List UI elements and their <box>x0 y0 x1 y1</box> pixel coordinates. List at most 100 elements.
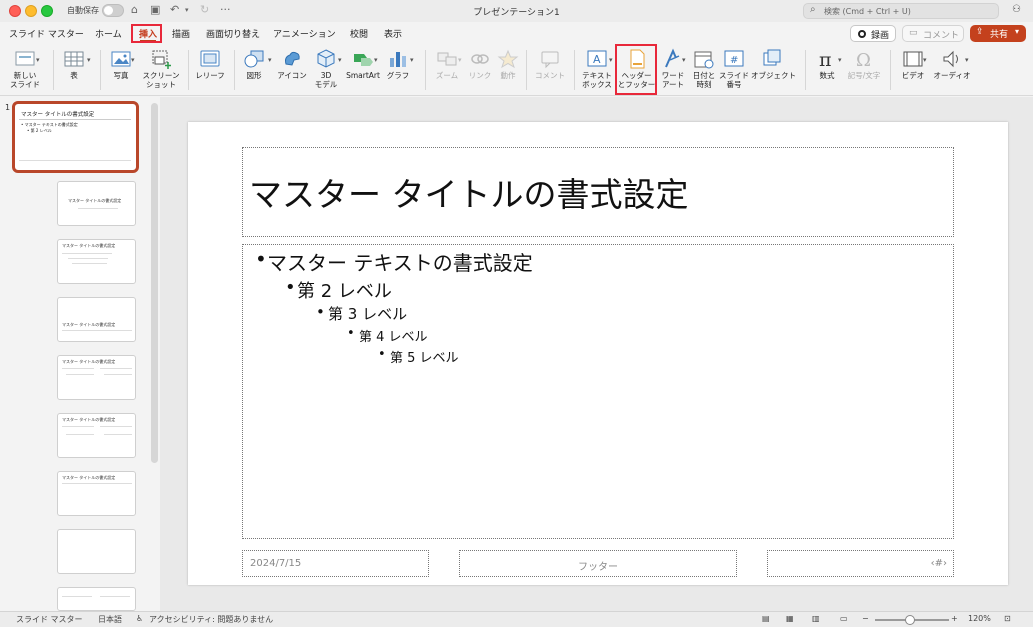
tab-review[interactable]: 校閲 <box>350 27 368 40</box>
zoom-level[interactable]: 120% <box>968 614 991 623</box>
layout-thumbnail[interactable] <box>57 529 136 574</box>
photo-button[interactable]: 写真 <box>106 48 136 80</box>
slide-number-placeholder[interactable]: ‹#› <box>767 550 954 577</box>
bullet-level-2: 第 2 レベル <box>285 277 392 303</box>
zoom-label: ズーム <box>435 71 459 80</box>
normal-view-icon[interactable]: ▤ <box>762 614 770 623</box>
slideshow-icon[interactable]: ▭ <box>840 614 848 623</box>
3d-dropdown-icon[interactable]: ▾ <box>338 56 342 64</box>
wordart-button[interactable]: ワード アート <box>659 48 687 89</box>
footer-date: 2024/7/15 <box>250 558 302 569</box>
smartart-dropdown-icon[interactable]: ▾ <box>374 56 378 64</box>
zoom-out-icon[interactable]: − <box>862 614 869 623</box>
wordart-dropdown-icon[interactable]: ▾ <box>682 56 686 64</box>
shapes-icon <box>244 50 264 68</box>
status-accessibility[interactable]: アクセシビリティ: 問題ありません <box>149 614 273 625</box>
shapes-button[interactable]: 図形 <box>240 48 268 80</box>
layout-thumbnail[interactable]: マスター タイトルの書式設定 <box>57 181 136 226</box>
share-button[interactable]: ⇪ 共有 ▾ <box>970 25 1026 42</box>
smartart-button[interactable]: SmartArt <box>345 48 381 80</box>
ribbon-separator <box>805 50 806 90</box>
people-icon[interactable]: ⚇ <box>1012 4 1021 15</box>
new-slide-button[interactable]: 新しい スライド <box>7 48 43 89</box>
layout-thumbnail-title: マスター タイトルの書式設定 <box>68 198 122 203</box>
icons-button[interactable]: アイコン <box>276 48 308 80</box>
shapes-dropdown-icon[interactable]: ▾ <box>268 56 272 64</box>
audio-label: オーディオ <box>933 71 971 80</box>
textbox-icon: A <box>587 50 607 67</box>
title-placeholder[interactable]: マスター タイトルの書式設定 <box>242 147 954 237</box>
layout-thumbnail[interactable]: マスター タイトルの書式設定 <box>57 239 136 284</box>
equation-dropdown-icon[interactable]: ▾ <box>838 56 842 64</box>
bullet-level-1: マスター テキストの書式設定 <box>255 247 533 276</box>
ribbon-separator <box>100 50 101 90</box>
object-button[interactable]: オブジェクト <box>751 48 796 80</box>
tab-animations[interactable]: アニメーション <box>273 27 336 40</box>
video-dropdown-icon[interactable]: ▾ <box>923 56 927 64</box>
thumbnail-line <box>62 596 92 597</box>
insert-comment-button[interactable]: コメント <box>533 48 567 80</box>
date-time-label: 日付と 時刻 <box>692 71 716 89</box>
fit-slide-icon[interactable]: ⊡ <box>1004 614 1011 623</box>
chevron-down-icon: ▾ <box>1015 27 1020 36</box>
record-button[interactable]: 録画 <box>850 25 896 42</box>
3d-models-button[interactable]: 3D モデル <box>311 48 341 89</box>
star-icon <box>497 49 519 69</box>
layout-thumbnail-title: マスター タイトルの書式設定 <box>62 417 116 422</box>
audio-dropdown-icon[interactable]: ▾ <box>965 56 969 64</box>
slide-number-button[interactable]: # スライド 番号 <box>719 48 749 89</box>
slide-master[interactable]: マスター タイトルの書式設定 マスター テキストの書式設定 第 2 レベル 第 … <box>188 122 1008 585</box>
chart-button[interactable]: グラフ <box>384 48 412 80</box>
textbox-label: テキスト ボックス <box>582 71 612 89</box>
new-slide-dropdown-icon[interactable]: ▾ <box>36 56 40 64</box>
relief-button[interactable]: レリーフ <box>193 48 227 80</box>
zoom-icon <box>437 52 457 66</box>
layout-thumbnail-title: マスター タイトルの書式設定 <box>62 322 116 327</box>
table-button[interactable]: 表 <box>60 48 88 80</box>
layout-thumbnail[interactable]: マスター タイトルの書式設定 <box>57 471 136 516</box>
thumbnails-scrollbar[interactable] <box>151 103 158 463</box>
content-placeholder[interactable]: マスター テキストの書式設定 第 2 レベル 第 3 レベル 第 4 レベル 第… <box>242 244 954 539</box>
zoom-slider-knob[interactable] <box>905 615 915 625</box>
chart-dropdown-icon[interactable]: ▾ <box>410 56 414 64</box>
symbol-button[interactable]: Ω 記号/文字 <box>845 48 883 80</box>
equation-label: 数式 <box>819 71 835 80</box>
date-time-button[interactable]: 日付と 時刻 <box>690 48 718 89</box>
thumbnail-line <box>104 374 132 375</box>
master-thumbnail[interactable]: マスター タイトルの書式設定 • マスター テキストの書式設定 • 第 2 レベ… <box>12 101 139 173</box>
textbox-dropdown-icon[interactable]: ▾ <box>609 56 613 64</box>
textbox-button[interactable]: A テキスト ボックス <box>579 48 615 89</box>
tab-transitions[interactable]: 画面切り替え <box>206 27 260 40</box>
link-button[interactable]: リンク <box>467 48 493 80</box>
new-slide-icon <box>15 51 35 66</box>
slide-sorter-icon[interactable]: ▦ <box>786 614 794 623</box>
action-button[interactable]: 動作 <box>495 48 521 80</box>
layout-thumbnail[interactable]: マスター タイトルの書式設定 <box>57 355 136 400</box>
screenshot-button[interactable]: スクリーン ショット <box>140 48 182 89</box>
reading-view-icon[interactable]: ▥ <box>812 614 820 623</box>
zoom-dropdown-icon[interactable]: ▾ <box>458 56 462 64</box>
thumbnail-divider <box>19 119 131 120</box>
tab-view[interactable]: 表示 <box>384 27 402 40</box>
zoom-button[interactable]: ズーム <box>432 48 462 80</box>
comments-button[interactable]: ▭ コメント <box>902 25 964 42</box>
status-language[interactable]: 日本語 <box>98 614 122 625</box>
tab-slide-master[interactable]: スライド マスター <box>9 27 84 40</box>
layout-thumbnail[interactable] <box>57 587 136 611</box>
table-dropdown-icon[interactable]: ▾ <box>87 56 91 64</box>
video-button[interactable]: ビデオ <box>897 48 929 80</box>
accessibility-icon[interactable]: ♿ <box>136 614 143 623</box>
insert-tab-highlight <box>131 24 162 43</box>
tab-draw[interactable]: 描画 <box>172 27 190 40</box>
equation-button[interactable]: π 数式 <box>812 48 842 80</box>
date-placeholder[interactable]: 2024/7/15 <box>242 550 429 577</box>
footer-placeholder[interactable]: フッター <box>459 550 737 577</box>
layout-thumbnail[interactable]: マスター タイトルの書式設定 <box>57 413 136 458</box>
speaker-icon <box>943 50 958 68</box>
zoom-in-icon[interactable]: + <box>951 614 958 623</box>
layout-thumbnail[interactable]: マスター タイトルの書式設定 <box>57 297 136 342</box>
tab-home[interactable]: ホーム <box>95 27 122 40</box>
photo-dropdown-icon[interactable]: ▾ <box>131 56 135 64</box>
audio-button[interactable]: オーディオ <box>931 48 973 80</box>
search-box[interactable]: ⌕ 検索 (Cmd + Ctrl + U) <box>803 3 999 19</box>
